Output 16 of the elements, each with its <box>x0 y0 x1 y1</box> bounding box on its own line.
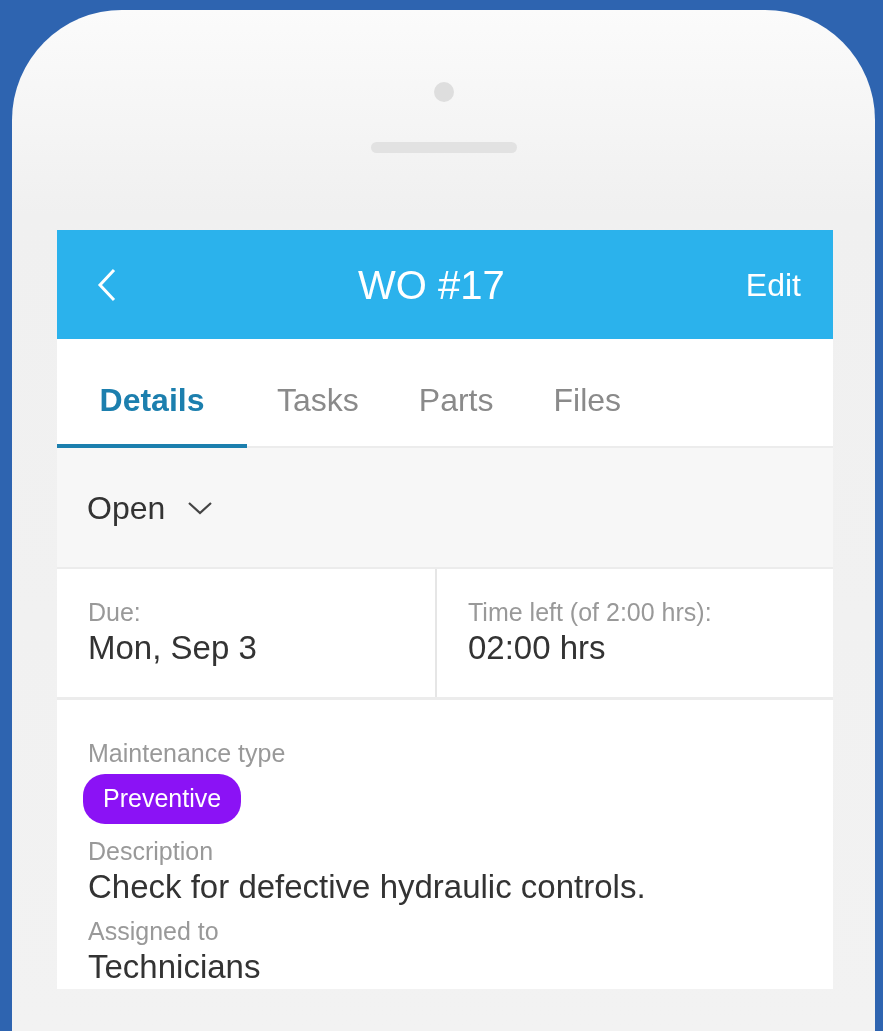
status-dropdown[interactable]: Open <box>87 483 214 532</box>
field-label: Time left (of 2:00 hrs): <box>468 597 713 627</box>
field-value: Check for defective hydraulic controls. <box>88 866 647 907</box>
field-label: Description <box>88 835 215 866</box>
field-value: Technicians <box>88 947 262 988</box>
type-tag: Preventive <box>83 774 242 824</box>
tab[interactable]: Files <box>523 339 652 448</box>
tab[interactable]: Tasks <box>247 339 389 448</box>
edit-link[interactable]: Edit <box>745 260 801 309</box>
screen-title: WO #17 <box>357 261 506 309</box>
field-value: Mon, Sep 3 <box>88 628 258 668</box>
field-label: Due: <box>88 597 142 627</box>
field-label: Assigned to <box>88 916 220 947</box>
field-value: 02:00 hrs <box>468 628 607 668</box>
tab[interactable]: Parts <box>388 339 524 448</box>
field-label: Maintenance type <box>88 738 287 768</box>
